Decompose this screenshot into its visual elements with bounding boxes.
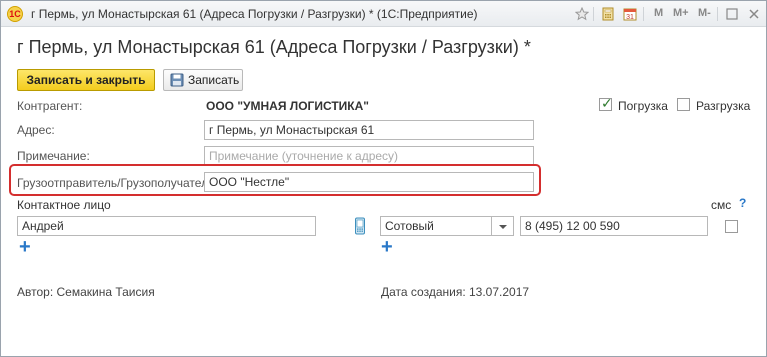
contact-person-label: Контактное лицо xyxy=(17,198,111,212)
counterparty-value[interactable]: ООО "УМНАЯ ЛОГИСТИКА" xyxy=(206,99,369,113)
sms-checkbox[interactable] xyxy=(725,220,738,233)
checkmark-icon: ✓ xyxy=(601,95,613,111)
app-window: 1С г Пермь, ул Монастырская 61 (Адреса П… xyxy=(0,0,767,357)
add-phone-plus-icon[interactable]: + xyxy=(381,237,393,257)
toolbar-separator xyxy=(593,7,594,21)
sms-label: смс xyxy=(711,198,732,212)
1c-logo-icon: 1С xyxy=(7,6,23,22)
phone-type-value: Сотовый xyxy=(385,219,434,233)
title-bar: 1С г Пермь, ул Монастырская 61 (Адреса П… xyxy=(1,1,766,27)
help-icon[interactable]: ? xyxy=(739,196,746,210)
toolbar-separator xyxy=(717,7,718,21)
unloading-label: Разгрузка xyxy=(696,99,751,113)
address-field[interactable]: г Пермь, ул Монастырская 61 xyxy=(204,120,534,140)
calculator-icon[interactable] xyxy=(599,5,617,23)
counterparty-label: Контрагент: xyxy=(17,99,83,113)
phone-type-dropdown-button[interactable] xyxy=(491,217,513,235)
chevron-down-icon xyxy=(499,225,507,229)
add-contact-plus-icon[interactable]: + xyxy=(19,237,31,257)
save-button[interactable]: Записать xyxy=(163,69,243,91)
author-text: Автор: Семакина Таисия xyxy=(17,285,155,299)
memory-mminus-button[interactable]: M- xyxy=(698,7,711,19)
note-field[interactable]: Примечание (уточнение к адресу) xyxy=(204,146,534,166)
address-label: Адрес: xyxy=(17,123,55,137)
toolbar-separator xyxy=(643,7,644,21)
restore-icon[interactable] xyxy=(723,5,741,23)
memory-m-button[interactable]: M xyxy=(654,7,663,19)
loading-checkbox[interactable]: ✓ xyxy=(599,95,613,111)
contact-name-field[interactable]: Андрей xyxy=(17,216,316,236)
phone-number-field[interactable]: 8 (495) 12 00 590 xyxy=(520,216,708,236)
loading-label: Погрузка xyxy=(618,99,668,113)
memory-mplus-button[interactable]: M+ xyxy=(673,7,689,19)
page-title: г Пермь, ул Монастырская 61 (Адреса Погр… xyxy=(17,37,531,57)
window-title: г Пермь, ул Монастырская 61 (Адреса Погр… xyxy=(31,7,478,21)
mobile-phone-icon xyxy=(354,217,366,235)
phone-type-select[interactable]: Сотовый xyxy=(380,216,514,236)
save-and-close-button[interactable]: Записать и закрыть xyxy=(17,69,155,91)
floppy-disk-icon xyxy=(170,73,184,87)
note-label: Примечание: xyxy=(17,149,90,163)
shipper-field[interactable]: ООО "Нестле" xyxy=(204,172,534,192)
svg-text:31: 31 xyxy=(626,14,634,21)
unloading-checkbox[interactable] xyxy=(677,98,690,111)
creation-date-text: Дата создания: 13.07.2017 xyxy=(381,285,530,299)
star-icon[interactable] xyxy=(573,5,591,23)
close-icon[interactable] xyxy=(745,5,763,23)
save-button-label: Записать xyxy=(188,73,240,87)
calendar-icon[interactable]: 31 xyxy=(621,5,639,23)
shipper-label: Грузоотправитель/Грузополучатель: xyxy=(17,176,218,190)
